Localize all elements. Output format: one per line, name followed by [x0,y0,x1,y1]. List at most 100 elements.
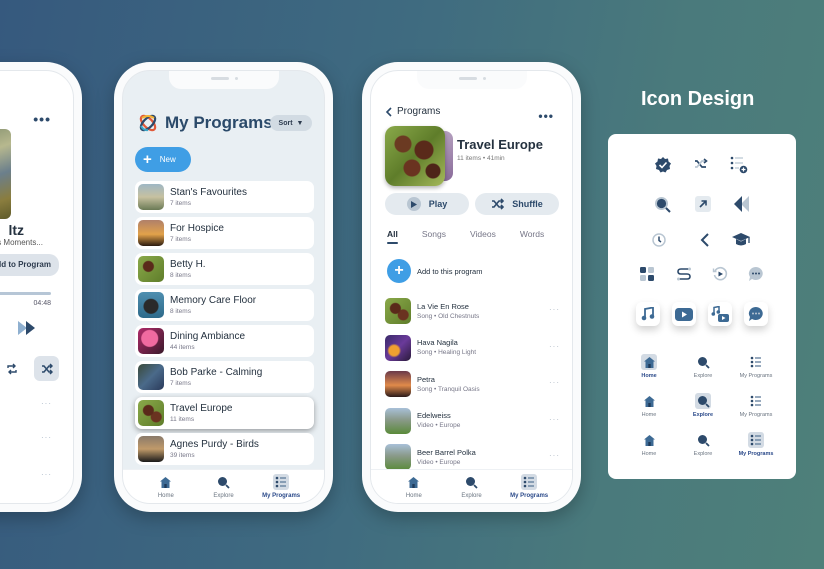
program-thumbnail [138,364,164,390]
program-list-item-selected[interactable]: Travel Europe 11 items [135,397,314,429]
music-video-tile [708,302,732,326]
tab-label: Home [157,493,174,499]
tab-my-programs[interactable]: My Programs [255,470,307,503]
home-icon [643,395,655,407]
shuffle-button[interactable]: Shuffle [475,193,559,215]
program-thumbnail [138,436,164,462]
program-list: Stan's Favourites 7 items For Hospice 7 it… [135,181,314,469]
program-list-item[interactable]: For Hospice 7 items [135,217,314,249]
item-more-button[interactable]: ··· [549,451,560,460]
program-thumbnail [138,328,164,354]
program-count: 7 items [170,379,191,387]
nav-label: My Programs [739,373,773,379]
program-name: Agnes Purdy - Birds [170,438,259,450]
item-more-button[interactable]: ··· [549,378,560,387]
program-item[interactable]: Hava Nagila Song • Healing Light ··· [385,330,560,367]
program-meta: 11 items • 41min [457,155,505,162]
chevron-left-icon [385,106,392,117]
row-more-button[interactable]: ··· [41,470,52,479]
program-list-item[interactable]: Bob Parke - Calming 7 items [135,361,314,393]
tab-home[interactable]: Home [388,470,440,503]
item-thumbnail [385,334,411,361]
fast-forward-icon[interactable] [18,321,36,335]
shuffle-button[interactable] [34,356,59,381]
program-item[interactable]: Petra Song • Tranquil Oasis ··· [385,366,560,403]
item-name: Beer Barrel Polka [417,447,476,457]
content-filter-tabs: All Songs Videos Words [387,229,568,244]
page-header: My Programs [137,112,273,134]
sort-dropdown[interactable]: Sort ▼ [270,115,312,131]
shuffle-icon [694,158,708,170]
add-to-program-button[interactable]: ld to Program [0,254,59,276]
more-options-button[interactable]: ••• [538,109,554,123]
tab-home[interactable]: Home [140,470,192,503]
program-list-item[interactable]: Agnes Purdy - Birds 39 items [135,433,314,465]
program-count: 7 items [170,235,191,243]
list-icon [750,434,761,446]
add-to-program-button[interactable]: + Add to this program [387,259,482,283]
more-options-button[interactable]: ••• [33,111,51,127]
tab-explore[interactable]: Explore [197,470,249,503]
program-name: Betty H. [170,258,206,270]
item-more-button[interactable]: ··· [549,305,560,314]
program-count: 44 items [170,343,195,351]
program-list-item[interactable]: Memory Care Floor 8 items [135,289,314,321]
program-list-item[interactable]: Betty H. 8 items [135,253,314,285]
nav-label: Explore [693,373,713,379]
item-subtitle: Song • Healing Light [417,349,477,357]
repeat-icon[interactable] [6,362,18,375]
nav-variant-my-programs: My Programs [731,393,781,418]
program-title: Travel Europe [457,137,543,152]
play-label: Play [428,199,448,209]
row-more-button[interactable]: ··· [41,433,52,442]
tab-label: Explore [461,493,482,499]
item-thumbnail [385,407,411,434]
new-program-button[interactable]: + New [135,147,191,172]
nav-variant-home: Home [624,393,674,418]
program-list-item[interactable]: Dining Ambiance 44 items [135,325,314,357]
program-item[interactable]: Edelweiss Video • Europe ··· [385,403,560,440]
item-name: La Vie En Rose [417,301,469,311]
nav-label: My Programs [739,412,773,418]
tab-all[interactable]: All [387,229,398,244]
item-more-button[interactable]: ··· [549,342,560,351]
chat-bubble-icon [748,306,763,321]
back-button[interactable]: Programs [385,106,440,117]
music-note-tile [636,302,660,326]
item-name: Hava Nagila [417,338,458,348]
program-list-item[interactable]: Stan's Favourites 7 items [135,181,314,213]
row-more-button[interactable]: ··· [41,399,52,408]
tab-label: My Programs [262,493,301,499]
tab-my-programs[interactable]: My Programs [503,470,555,503]
bottom-tab-bar: Home Explore My Programs [371,469,572,503]
program-name: Memory Care Floor [170,294,257,306]
search-icon [697,356,710,369]
video-play-icon [675,307,693,321]
home-icon [408,476,420,488]
app-logo-icon [139,114,157,132]
icon-design-panel: Home Explore My Programs Home Explore My… [608,134,796,479]
item-more-button[interactable]: ··· [549,415,560,424]
shuffle-icon [492,198,505,210]
tab-videos[interactable]: Videos [470,229,496,239]
music-note-icon [641,307,655,321]
play-button[interactable]: Play [385,193,469,215]
my-programs-phone: My Programs Sort ▼ + New Stan's Favourit… [114,62,333,512]
tab-words[interactable]: Words [520,229,544,239]
program-thumbnail [138,400,164,426]
my-programs-screen: My Programs Sort ▼ + New Stan's Favourit… [122,70,325,504]
progress-bar[interactable] [0,292,51,295]
chat-bubble-tile [744,302,768,326]
verified-badge-icon [654,156,672,174]
home-icon [643,434,655,446]
program-name: Stan's Favourites [170,186,247,198]
track-duration: 04:48 [33,300,51,307]
tab-explore[interactable]: Explore [445,470,497,503]
program-item[interactable]: La Vie En Rose Song • Old Chestnuts ··· [385,293,560,330]
home-icon [160,476,172,488]
program-count: 11 items [170,415,195,423]
item-subtitle: Video • Europe [417,422,461,430]
nav-variant-home: Home [624,432,674,457]
tab-songs[interactable]: Songs [422,229,446,239]
program-cover-art [385,126,445,186]
